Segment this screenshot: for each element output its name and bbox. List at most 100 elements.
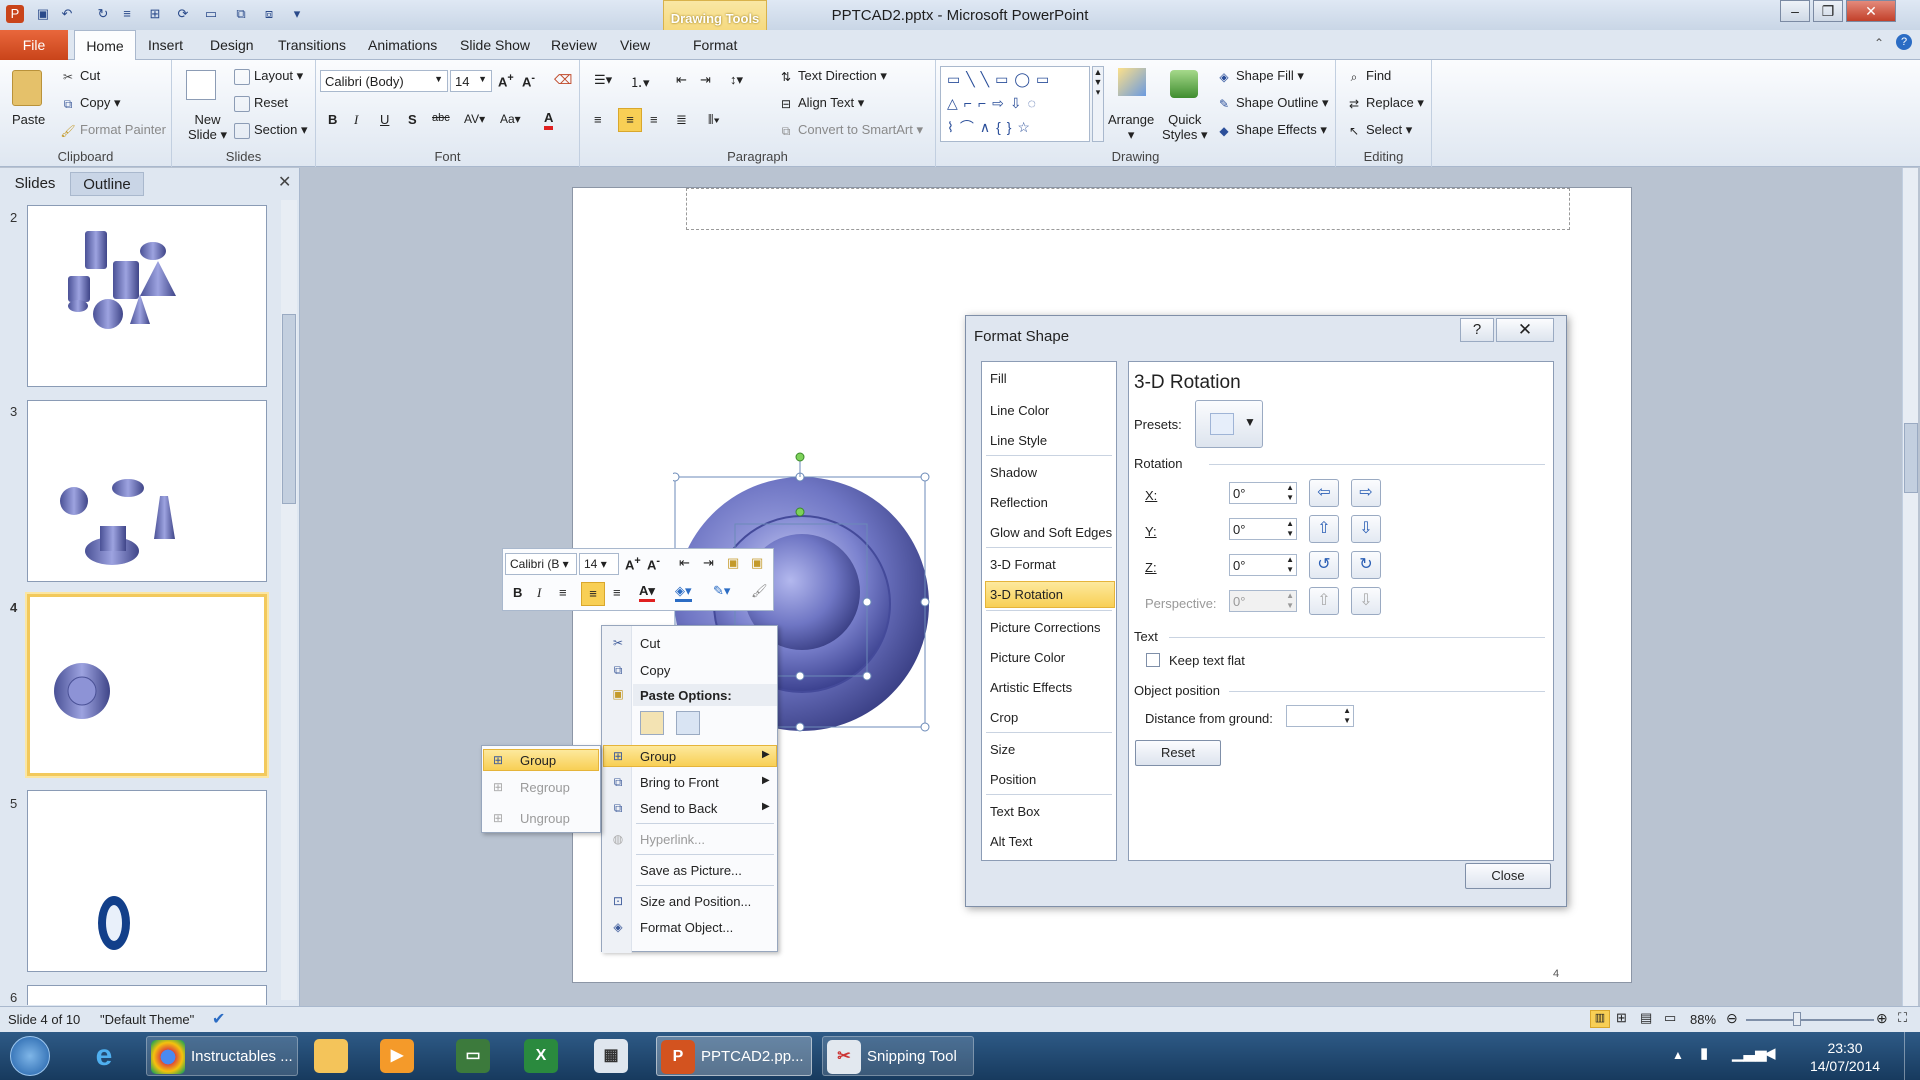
rotate-ccw-button[interactable]: ↺	[1309, 551, 1339, 579]
select-button[interactable]: Select	[1366, 122, 1402, 137]
spell-check-icon[interactable]: ✔	[212, 1009, 225, 1029]
cut-button[interactable]: Cut	[80, 68, 100, 83]
restore-button[interactable]: ❐	[1813, 0, 1843, 22]
context-bring-to-front[interactable]: Bring to Front	[640, 775, 719, 790]
zoom-slider[interactable]	[1746, 1019, 1874, 1021]
nav-3d-rotation[interactable]: 3-D Rotation	[990, 587, 1063, 602]
tab-transitions[interactable]: Transitions	[278, 37, 346, 53]
rotate-down-button[interactable]: ⇩	[1351, 515, 1381, 543]
clock-time[interactable]: 23:30	[1802, 1040, 1888, 1056]
tab-home[interactable]: Home	[74, 30, 136, 61]
normal-view-icon[interactable]: ▥	[1590, 1010, 1610, 1028]
replace-button[interactable]: Replace	[1366, 95, 1414, 110]
show-desktop-button[interactable]	[1904, 1032, 1920, 1080]
slide-scrollbar[interactable]	[1902, 168, 1918, 1006]
context-save-as-picture[interactable]: Save as Picture...	[640, 863, 742, 878]
scroll-thumb[interactable]	[282, 314, 296, 504]
align-left-icon[interactable]: ≡	[594, 112, 602, 127]
clock-date[interactable]: 14/07/2014	[1796, 1058, 1894, 1074]
align-right-icon[interactable]: ≡	[650, 112, 658, 127]
media-player-button[interactable]: ▶	[376, 1036, 428, 1076]
zoom-out-icon[interactable]: ⊖	[1726, 1010, 1738, 1027]
mini-align-left-icon[interactable]: ≡	[559, 585, 567, 600]
layout-button[interactable]: Layout	[254, 68, 293, 83]
mini-format-painter-icon[interactable]: 🖌	[751, 583, 768, 599]
shrink-font-icon[interactable]: A-	[522, 72, 535, 89]
distance-input[interactable]: ▲ ▼	[1286, 705, 1354, 727]
bold-icon[interactable]: B	[328, 112, 337, 127]
dialog-close-icon[interactable]: ✕	[1496, 318, 1554, 342]
submenu-group[interactable]: Group	[520, 753, 556, 768]
nav-picture-color[interactable]: Picture Color	[990, 650, 1065, 665]
reading-view-icon[interactable]: ▤	[1640, 1010, 1652, 1026]
paste-as-picture-icon[interactable]	[676, 711, 700, 735]
minimize-ribbon-icon[interactable]: ⌃	[1874, 36, 1884, 50]
nav-position[interactable]: Position	[990, 772, 1036, 787]
network-icon[interactable]: ▁▃▅	[1732, 1044, 1767, 1062]
strikethrough-icon[interactable]: abc	[432, 112, 450, 124]
nav-size[interactable]: Size	[990, 742, 1015, 757]
new-slide-label-1[interactable]: New	[195, 112, 221, 127]
keep-text-flat-checkbox[interactable]	[1146, 653, 1160, 667]
slide-sorter-icon[interactable]: ⊞	[1616, 1010, 1627, 1026]
rotate-left-button[interactable]: ⇦	[1309, 479, 1339, 507]
new-slide-icon[interactable]	[186, 70, 216, 100]
char-spacing-icon[interactable]: AV▾	[464, 112, 485, 126]
internet-explorer-icon[interactable]: e	[76, 1036, 132, 1076]
justify-icon[interactable]: ≣	[676, 112, 687, 128]
mini-italic-icon[interactable]: I	[537, 585, 541, 601]
title-placeholder[interactable]	[686, 188, 1570, 230]
zoom-slider-thumb[interactable]	[1793, 1012, 1801, 1026]
z-rotation-input[interactable]: 0° ▲ ▼	[1229, 554, 1297, 576]
nav-line-style[interactable]: Line Style	[990, 433, 1047, 448]
theme-name[interactable]: "Default Theme"	[100, 1012, 194, 1027]
nav-artistic-effects[interactable]: Artistic Effects	[990, 680, 1072, 695]
numbering-icon[interactable]: ⒈▾	[630, 72, 650, 91]
slide-thumbnail-6[interactable]	[27, 985, 267, 1005]
text-direction-button[interactable]: Text Direction	[798, 68, 877, 83]
section-button[interactable]: Section	[254, 122, 297, 137]
perspective-increase-button[interactable]: ⇧	[1309, 587, 1339, 615]
mini-outline-icon[interactable]: ✎▾	[713, 583, 730, 599]
mini-bold-icon[interactable]: B	[513, 585, 522, 600]
shapes-gallery-scroll[interactable]: ▲ ▼ ▾	[1092, 66, 1104, 142]
shadow-text-icon[interactable]: S	[408, 112, 417, 127]
align-center-icon[interactable]: ≡	[618, 108, 642, 132]
mini-align-center-icon[interactable]: ≡	[581, 582, 605, 606]
mini-size-combo[interactable]: 14 ▾	[579, 553, 619, 575]
mini-format-icon[interactable]: ▣	[751, 555, 763, 571]
slide-scroll-thumb[interactable]	[1904, 423, 1918, 493]
mini-font-combo[interactable]: Calibri (B ▾	[505, 553, 577, 575]
context-format-object[interactable]: Format Object...	[640, 920, 733, 935]
mini-shape-fill-icon[interactable]: ▣	[727, 555, 739, 571]
shape-fill-button[interactable]: Shape Fill	[1236, 68, 1294, 83]
nav-reflection[interactable]: Reflection	[990, 495, 1048, 510]
tab-format[interactable]: Format	[693, 37, 737, 53]
tab-animations[interactable]: Animations	[368, 37, 437, 53]
mini-align-right-icon[interactable]: ≡	[613, 585, 621, 600]
context-group[interactable]: Group	[640, 749, 676, 764]
nav-3d-format[interactable]: 3-D Format	[990, 557, 1056, 572]
line-spacing-icon[interactable]: ↕▾	[730, 72, 743, 88]
nav-fill[interactable]: Fill	[990, 371, 1007, 386]
clear-formatting-icon[interactable]: ⌫	[554, 72, 572, 88]
excel-button[interactable]: X	[520, 1036, 572, 1076]
close-button[interactable]: Close	[1465, 863, 1551, 889]
taskbar-chrome[interactable]: Instructables ...	[146, 1036, 298, 1076]
paste-button[interactable]: Paste	[12, 112, 45, 127]
font-color-icon[interactable]: A	[544, 110, 554, 130]
tab-file[interactable]: File	[0, 30, 68, 60]
change-case-icon[interactable]: Aa▾	[500, 112, 521, 126]
tab-view[interactable]: View	[620, 37, 650, 53]
dialog-help-button[interactable]: ?	[1460, 318, 1494, 342]
mini-shrink-font-icon[interactable]: A-	[647, 555, 660, 572]
zoom-in-icon[interactable]: ⊕	[1876, 1010, 1888, 1027]
quick-styles-label-2[interactable]: Styles	[1162, 127, 1197, 142]
shape-effects-button[interactable]: Shape Effects	[1236, 122, 1317, 137]
close-panel-icon[interactable]: ✕	[278, 172, 291, 192]
start-button-icon[interactable]	[10, 1036, 50, 1076]
close-window-button[interactable]: ✕	[1846, 0, 1896, 22]
font-name-combo[interactable]: Calibri (Body) ▼	[320, 70, 448, 92]
quick-styles-icon[interactable]	[1170, 70, 1198, 98]
submenu-ungroup[interactable]: Ungroup	[520, 811, 570, 826]
